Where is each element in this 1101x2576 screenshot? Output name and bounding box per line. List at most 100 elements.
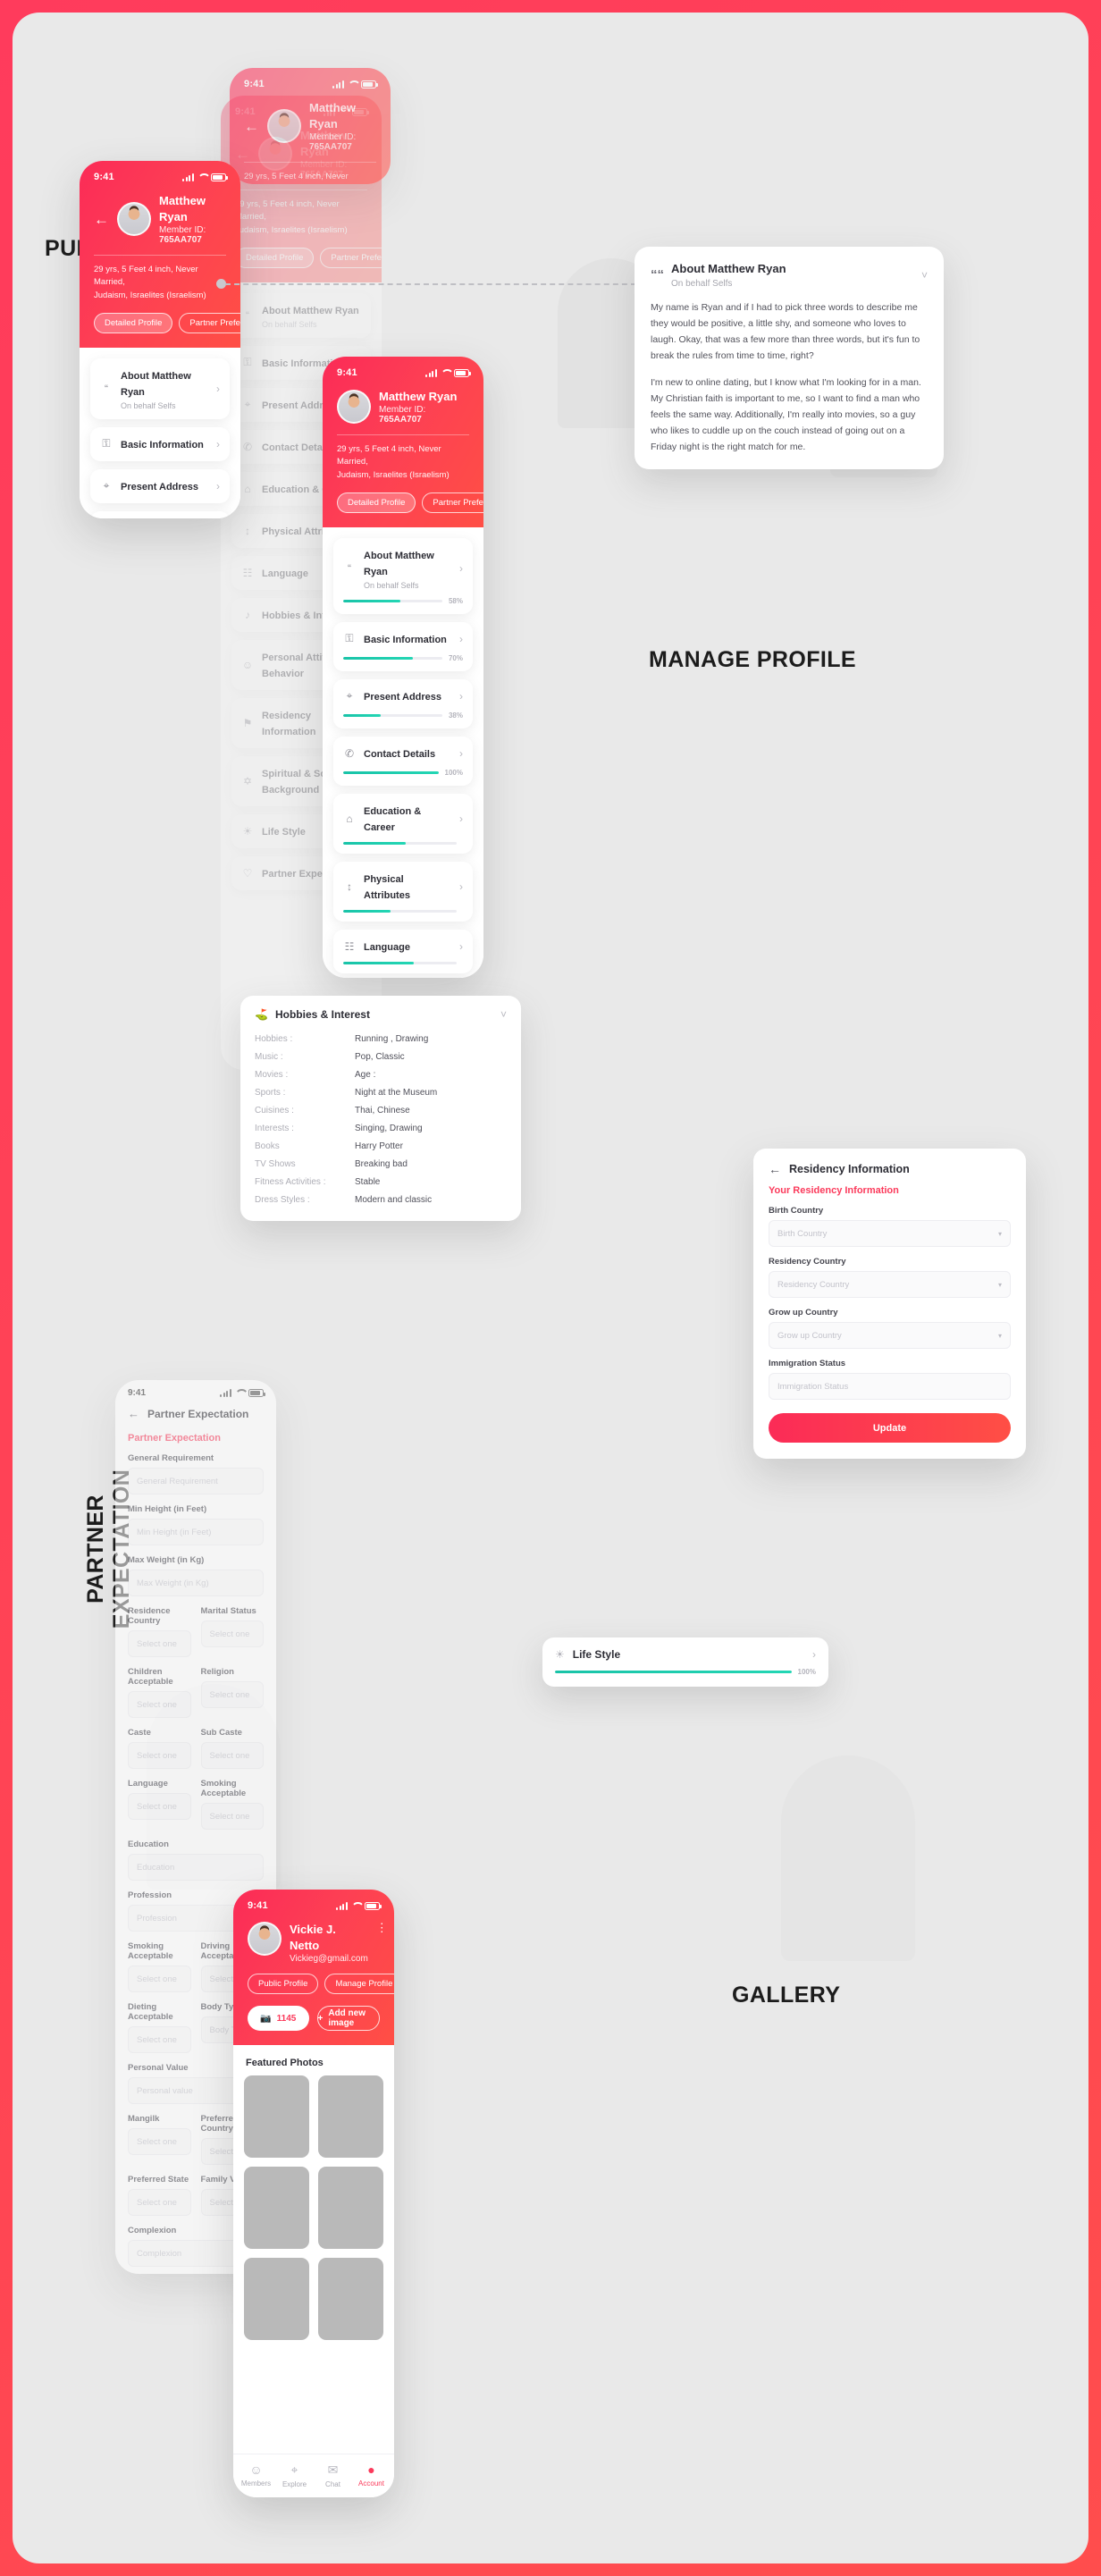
gallery-photo[interactable] <box>244 2258 309 2340</box>
field-input[interactable]: Residency Country ▾ <box>769 1271 1011 1298</box>
tabbar-item-explore[interactable]: ⌖ Explore <box>275 2462 314 2488</box>
member-id-label: Member ID: <box>379 405 426 415</box>
field-label: Immigration Status <box>769 1359 846 1368</box>
field-input[interactable]: General Requirement <box>128 1468 264 1494</box>
tab-detailed-profile[interactable]: Detailed Profile <box>337 492 416 513</box>
partner-expectation-field: Min Height (in Feet) Min Height (in Feet) <box>128 1504 264 1545</box>
field-input[interactable]: Select one <box>128 1742 191 1769</box>
manage-list-item[interactable]: ✆ Contact Details › 100% <box>333 736 473 786</box>
tab-manage-profile[interactable]: Manage Profile <box>324 1974 394 1994</box>
field-input[interactable]: Select one <box>128 1966 191 1992</box>
manage-list-item[interactable]: ⌂ Education & Career › <box>333 793 473 854</box>
field-input[interactable]: Min Height (in Feet) <box>128 1519 264 1545</box>
chevron-right-icon[interactable]: › <box>459 812 463 825</box>
chevron-down-icon[interactable]: ˅ <box>500 1008 507 1021</box>
field-input[interactable]: Birth Country ▾ <box>769 1220 1011 1247</box>
lifestyle-card[interactable]: ☀ Life Style › 100% <box>542 1637 828 1687</box>
back-arrow-icon[interactable]: ← <box>128 1407 139 1420</box>
partner-expectation-field: Religion Select one <box>200 1667 264 1718</box>
gallery-photo[interactable] <box>244 2167 309 2249</box>
add-new-image-button[interactable]: + Add new image <box>316 2006 380 2031</box>
field-input[interactable]: Select one <box>200 1681 264 1708</box>
back-arrow-icon[interactable]: ← <box>244 119 259 134</box>
field-input[interactable]: Grow up Country ▾ <box>769 1322 1011 1349</box>
field-input[interactable]: Select one <box>128 2189 191 2216</box>
chevron-right-icon[interactable]: › <box>459 633 463 645</box>
image-count-button[interactable]: 📷 1145 <box>248 2006 309 2031</box>
progress-bar <box>343 909 457 913</box>
public-list-item[interactable]: ⌖ Present Address › <box>90 468 230 503</box>
tab-partner-preference[interactable]: Partner Preference <box>320 247 382 268</box>
field-label: General Requirement <box>128 1453 214 1463</box>
gallery-photo[interactable] <box>318 2167 383 2249</box>
hobbies-icon: ⛳ <box>255 1008 268 1021</box>
chevron-down-icon[interactable]: ▾ <box>998 1281 1002 1289</box>
field-input[interactable]: Education <box>128 1854 264 1881</box>
field-input[interactable]: Select one <box>128 2128 191 2155</box>
chevron-right-icon[interactable]: › <box>812 1648 816 1661</box>
field-input[interactable]: Select one <box>200 1742 264 1769</box>
tab-public-profile[interactable]: Public Profile <box>248 1974 319 1994</box>
public-profile-list: “ About Matthew Ryan On behalf Selfs › ⚿ Basi… <box>80 347 240 518</box>
member-id-value: 765AA707 <box>309 142 352 152</box>
partner-expectation-field: Education Education <box>128 1839 264 1881</box>
field-placeholder: Select one <box>137 1750 177 1761</box>
field-placeholder: Personal value <box>137 2085 193 2096</box>
list-item-sub: On behalf Selfs <box>262 319 317 329</box>
gallery-user-email: Vickieg@gmail.com <box>290 1954 368 1964</box>
public-list-item[interactable]: ⚿ Basic Information › <box>90 426 230 461</box>
field-input[interactable]: Select one <box>128 2026 191 2053</box>
tabbar-item-members[interactable]: ☺ Members <box>237 2462 275 2488</box>
tabbar-item-chat[interactable]: ✉ Chat <box>314 2462 352 2488</box>
field-label: Residency Country <box>769 1257 846 1267</box>
back-arrow-icon[interactable]: ← <box>769 1162 781 1176</box>
chevron-right-icon[interactable]: › <box>459 747 463 760</box>
residency-update-button[interactable]: Update <box>769 1413 1011 1443</box>
chevron-down-icon[interactable]: ˅ <box>921 269 928 282</box>
chevron-right-icon[interactable]: › <box>459 940 463 953</box>
field-input[interactable]: Immigration Status <box>769 1373 1011 1400</box>
chevron-right-icon[interactable]: › <box>459 880 463 893</box>
field-label: Education <box>128 1839 169 1849</box>
field-input[interactable]: Select one <box>128 1630 191 1657</box>
gallery-photo[interactable] <box>318 2258 383 2340</box>
field-input[interactable]: Select one <box>200 1803 264 1830</box>
gallery-photo[interactable] <box>318 2075 383 2158</box>
tabbar-item-account[interactable]: ● Account <box>352 2462 391 2488</box>
field-label: Children Acceptable <box>128 1667 173 1687</box>
field-input[interactable]: Select one <box>128 1691 191 1718</box>
featured-photos-title: Featured Photos <box>246 2058 324 2068</box>
tab-partner-preference[interactable]: Partner Preference <box>179 312 240 333</box>
about-detail-popup: ““ About Matthew Ryan On behalf Selfs ˅ … <box>635 247 944 470</box>
chevron-down-icon[interactable]: ▾ <box>998 1230 1002 1238</box>
manage-list-item[interactable]: ☷ Language › <box>333 929 473 973</box>
partner-expectation-subtitle: Partner Expectation <box>128 1433 221 1444</box>
manage-list-item[interactable]: ⌖ Present Address › 38% <box>333 678 473 728</box>
manage-list-item[interactable]: ↕ Physical Attributes › <box>333 861 473 922</box>
chevron-down-icon[interactable]: ▾ <box>998 1332 1002 1340</box>
public-list-item[interactable]: ✆Contact Details› <box>90 510 230 518</box>
hobbies-value: Running , Drawing <box>355 1033 429 1044</box>
field-input[interactable]: Select one <box>128 1793 191 1820</box>
more-vertical-icon[interactable]: ⋮ <box>376 1922 389 1933</box>
manage-list-item[interactable]: ⚿ Basic Information › 70% <box>333 621 473 671</box>
field-input[interactable]: Max Weight (in Kg) <box>128 1570 264 1596</box>
tab-partner-preference[interactable]: Partner Preference <box>422 492 483 513</box>
field-placeholder: Grow up Country <box>777 1330 842 1341</box>
chevron-right-icon[interactable]: › <box>459 562 463 575</box>
field-label: Min Height (in Feet) <box>128 1504 207 1514</box>
public-list-item[interactable]: “ About Matthew Ryan On behalf Selfs › <box>90 358 230 419</box>
chevron-right-icon[interactable]: › <box>216 438 220 450</box>
field-row: Children Acceptable Select one Religion Sel… <box>128 1657 264 1718</box>
back-arrow-icon[interactable]: ← <box>94 212 109 227</box>
chevron-right-icon[interactable]: › <box>216 480 220 492</box>
chevron-right-icon[interactable]: › <box>459 690 463 703</box>
tab-detailed-profile[interactable]: Detailed Profile <box>94 312 173 333</box>
gallery-user-name: Vickie J. Netto <box>290 1923 336 1952</box>
chevron-right-icon[interactable]: › <box>216 383 220 395</box>
field-input[interactable]: Select one <box>200 1621 264 1647</box>
battery-icon <box>248 1389 265 1397</box>
manage-list-item[interactable]: “ About Matthew Ryan On behalf Selfs › 58% <box>333 537 473 614</box>
tab-detailed-profile[interactable]: Detailed Profile <box>235 247 315 268</box>
gallery-photo[interactable] <box>244 2075 309 2158</box>
